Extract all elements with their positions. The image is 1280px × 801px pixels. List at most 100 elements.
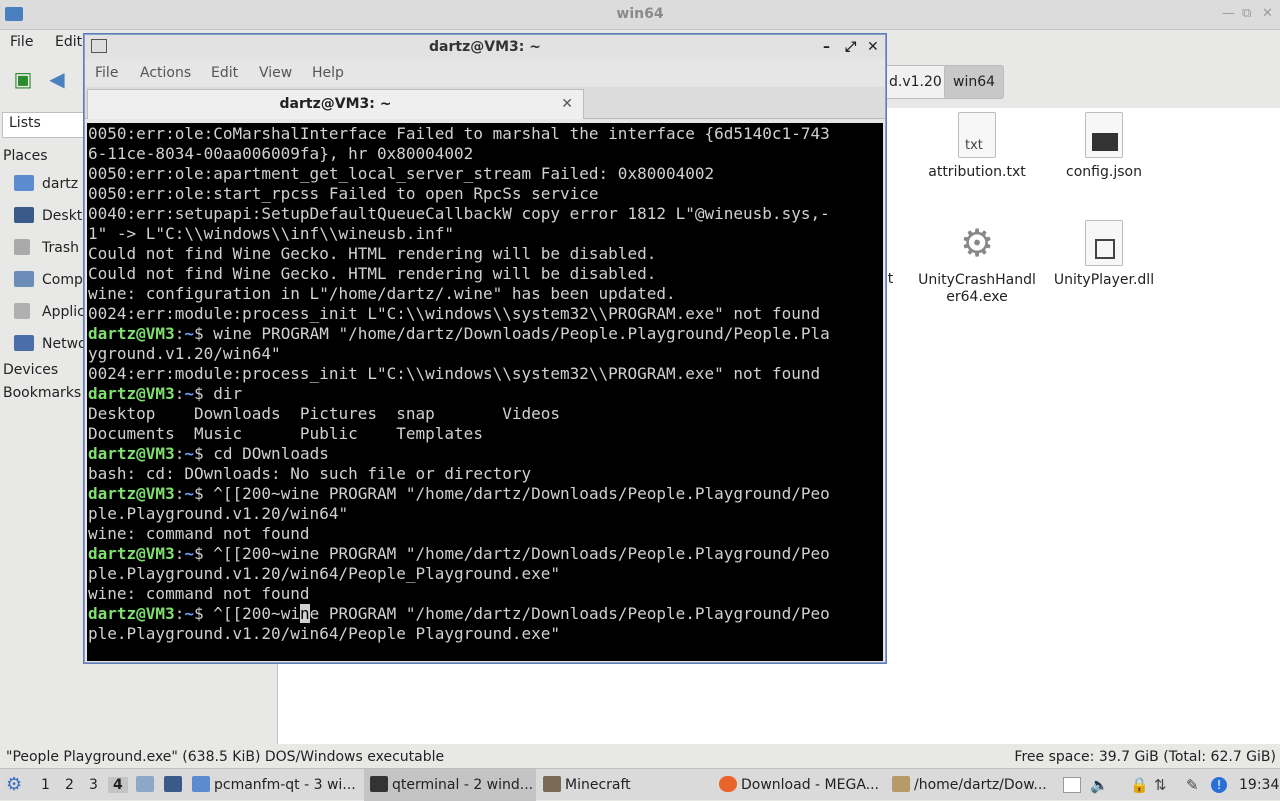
task-qterminal[interactable]: qterminal - 2 wind... xyxy=(364,769,536,801)
taskbar: ⚙ 1 2 3 4 pcmanfm-qt - 3 wi... qterminal… xyxy=(0,768,1280,801)
terminal-command-line: dartz@VM3:~$ ^[[200~wine PROGRAM "/home/… xyxy=(88,604,830,623)
workspace-1[interactable]: 1 xyxy=(41,777,50,793)
terminal-output-line: 0050:err:ole:apartment_get_local_server_… xyxy=(88,164,715,183)
settings-tool-icon[interactable]: ✎ xyxy=(1186,776,1199,794)
terminal-output-line: Desktop Downloads Pictures snap Videos xyxy=(88,404,561,423)
task-minecraft[interactable]: Minecraft xyxy=(543,769,631,801)
file-item[interactable]: UnityPlayer.dll xyxy=(1044,220,1164,289)
places-header[interactable]: Places xyxy=(3,148,48,164)
place-trash[interactable]: Trash xyxy=(14,237,79,259)
selection-info: "People Playground.exe" (638.5 KiB) DOS/… xyxy=(6,749,445,765)
desktop-icon xyxy=(14,207,34,223)
clock[interactable]: 19:34 xyxy=(1239,777,1279,793)
bookmarks-header[interactable]: Bookmarks xyxy=(3,385,81,401)
prompt-user: dartz@VM3 xyxy=(88,604,175,623)
prompt-user: dartz@VM3 xyxy=(88,324,175,343)
place-desktop[interactable]: Deskt xyxy=(14,205,82,227)
task-pcmanfm[interactable]: pcmanfm-qt - 3 wi... xyxy=(192,769,362,801)
new-tab-icon[interactable]: ▣ xyxy=(10,66,36,92)
terminal-tab[interactable]: dartz@VM3: ~ ✕ xyxy=(87,89,584,119)
menu-edit[interactable]: Edit xyxy=(211,65,238,81)
terminal-output-line: 1" -> L"C:\\windows\\inf\\wineusb.inf" xyxy=(88,224,455,243)
terminal-output-line: wine: command not found xyxy=(88,584,310,603)
file-item[interactable]: config.json xyxy=(1044,112,1164,181)
volume-icon[interactable]: 🔈 xyxy=(1090,776,1109,794)
terminal-output[interactable]: 0050:err:ole:CoMarshalInterface Failed t… xyxy=(87,123,883,661)
path-segment-parent[interactable]: d.v1.20 xyxy=(880,65,951,99)
close-tab-icon[interactable]: ✕ xyxy=(561,90,573,118)
place-applications[interactable]: Applic xyxy=(14,301,85,323)
dll-file-icon xyxy=(1085,220,1123,266)
terminal-output-line: ple.Playground.v1.20/win64/People_Playgr… xyxy=(88,564,561,583)
update-notifier-icon[interactable]: ! xyxy=(1211,777,1227,793)
terminal-output-line: 0024:err:module:process_init L"C:\\windo… xyxy=(88,364,821,383)
terminal-output-line: yground.v1.20/win64" xyxy=(88,344,281,363)
file-item[interactable]: ⚙ UnityCrashHandl er64.exe xyxy=(917,220,1037,306)
file-item[interactable]: txt attribution.txt xyxy=(917,112,1037,181)
terminal-icon xyxy=(164,776,182,792)
minimize-icon[interactable]: — xyxy=(1222,6,1235,21)
lock-icon[interactable]: 🔒 xyxy=(1130,776,1149,794)
terminal-file-icon xyxy=(1085,112,1123,158)
menu-actions[interactable]: Actions xyxy=(140,65,191,81)
workspace-4[interactable]: 4 xyxy=(108,777,128,793)
terminal-title: dartz@VM3: ~ xyxy=(429,39,541,55)
clipboard-icon[interactable] xyxy=(1063,777,1081,793)
terminal-output-line: wine: command not found xyxy=(88,524,310,543)
terminal-output-line: Could not find Wine Gecko. HTML renderin… xyxy=(88,264,657,283)
close-icon[interactable]: ✕ xyxy=(867,35,879,59)
terminal-output-line: ple.Playground.v1.20/win64/People Playgr… xyxy=(88,624,561,643)
start-menu-icon[interactable]: ⚙ xyxy=(6,769,28,801)
terminal-command-line: dartz@VM3:~$ cd DOwnloads xyxy=(88,444,329,463)
maximize-icon[interactable]: ⧉ xyxy=(1242,6,1251,21)
terminal-output-line: wine: configuration in L"/home/dartz/.wi… xyxy=(88,284,676,303)
folder-icon xyxy=(192,776,210,792)
minimize-icon[interactable]: – xyxy=(823,35,830,59)
menu-edit[interactable]: Edit xyxy=(55,34,82,50)
place-home[interactable]: dartz xyxy=(14,173,78,195)
task-firefox[interactable]: Download - MEGA... xyxy=(719,769,879,801)
task-archive[interactable]: /home/dartz/Dow... xyxy=(892,769,1047,801)
terminal-output-line: bash: cd: DOwnloads: No such file or dir… xyxy=(88,464,532,483)
place-network[interactable]: Netwo xyxy=(14,333,87,355)
terminal-command-line: dartz@VM3:~$ wine PROGRAM "/home/dartz/D… xyxy=(88,324,830,343)
menu-view[interactable]: View xyxy=(259,65,292,81)
prompt-user: dartz@VM3 xyxy=(88,444,175,463)
applications-icon xyxy=(14,303,30,319)
prompt-path: ~ xyxy=(184,324,194,343)
menu-file[interactable]: File xyxy=(10,34,33,50)
path-segment-current[interactable]: win64 xyxy=(944,65,1005,99)
terminal-output-line: Could not find Wine Gecko. HTML renderin… xyxy=(88,244,657,263)
workspace-2[interactable]: 2 xyxy=(65,777,74,793)
text-file-icon: txt xyxy=(958,112,996,158)
file-manager-titlebar[interactable]: win64 — ⧉ ✕ xyxy=(0,0,1280,30)
menu-help[interactable]: Help xyxy=(312,65,344,81)
terminal-output-line: 6-11ce-8034-00aa006009fa}, hr 0x80004002 xyxy=(88,144,474,163)
terminal-command-line: dartz@VM3:~$ ^[[200~wine PROGRAM "/home/… xyxy=(88,484,830,503)
network-manager-icon[interactable]: ⇅ xyxy=(1154,776,1167,794)
devices-header[interactable]: Devices xyxy=(3,362,58,378)
minecraft-icon xyxy=(543,776,561,792)
file-manager-title: win64 xyxy=(616,6,664,22)
maximize-icon[interactable]: ⤢ xyxy=(845,35,856,59)
terminal-output-line: ple.Playground.v1.20/win64" xyxy=(88,504,349,523)
terminal-tabbar: dartz@VM3: ~ ✕ xyxy=(85,87,885,119)
prompt-path: ~ xyxy=(184,604,194,623)
terminal-output-line: 0024:err:module:process_init L"C:\\windo… xyxy=(88,304,821,323)
back-arrow-icon[interactable]: ◀ xyxy=(44,66,70,92)
prompt-path: ~ xyxy=(184,384,194,403)
terminal-window[interactable]: dartz@VM3: ~ – ⤢ ✕ File Actions Edit Vie… xyxy=(84,34,886,663)
home-folder-icon xyxy=(14,175,34,191)
quicklaunch-terminal[interactable] xyxy=(164,769,186,801)
terminal-output-line: 0050:err:ole:CoMarshalInterface Failed t… xyxy=(88,124,830,143)
close-icon[interactable]: ✕ xyxy=(1262,6,1273,21)
workspace-3[interactable]: 3 xyxy=(89,777,98,793)
computer-icon xyxy=(14,271,34,287)
text-cursor: n xyxy=(299,604,310,623)
side-pane-mode-select[interactable]: Lists xyxy=(2,112,92,138)
terminal-titlebar[interactable]: dartz@VM3: ~ – ⤢ ✕ xyxy=(85,35,885,59)
menu-file[interactable]: File xyxy=(95,65,118,81)
prompt-path: ~ xyxy=(184,484,194,503)
quicklaunch-notes[interactable] xyxy=(136,769,158,801)
place-computer[interactable]: Comp xyxy=(14,269,83,291)
